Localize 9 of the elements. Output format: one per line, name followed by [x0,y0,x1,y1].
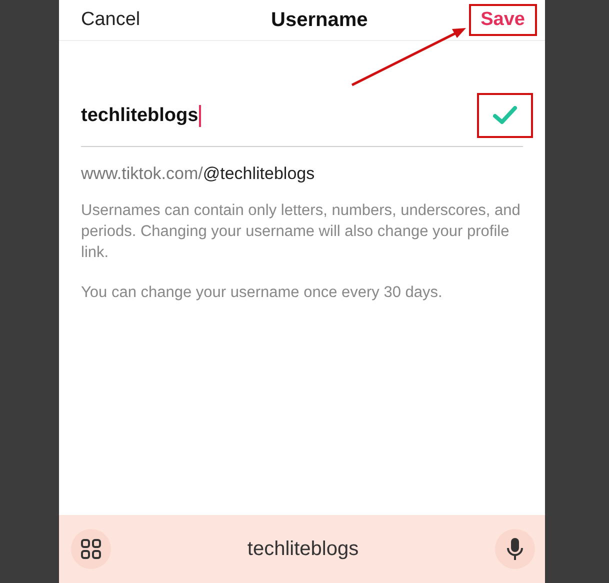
help-text: You can change your username once every 30 days. [81,283,444,303]
microphone-icon[interactable] [495,529,535,569]
word-suggestion[interactable]: techliteblogs [247,538,359,560]
screen-title: Username [271,8,368,32]
apps-icon[interactable] [71,529,111,569]
username-input[interactable]: techliteblogs [81,104,202,126]
help-text: Usernames can contain only letters, numbers, underscores, and periods. Changing your username will also change your profile link. [81,201,522,263]
cancel-button[interactable]: Cancel [81,9,140,31]
save-button[interactable]: Save [468,4,537,36]
